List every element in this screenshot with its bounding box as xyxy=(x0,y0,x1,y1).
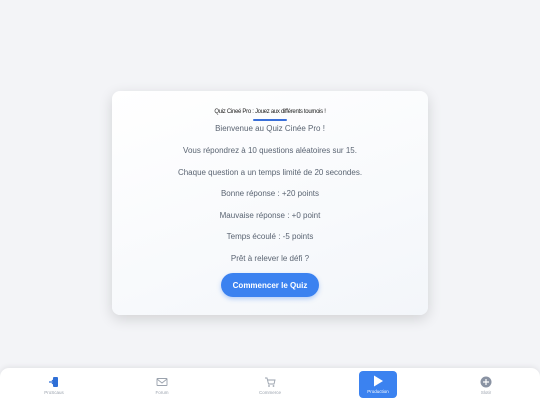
rule-wrong-answer: Mauvaise réponse : +0 point xyxy=(219,211,321,220)
plus-circle-icon xyxy=(480,376,492,388)
nav-label: Production xyxy=(367,389,389,394)
rule-time-limit: Chaque question a un temps limité de 20 … xyxy=(177,168,363,177)
nav-item-commerce[interactable]: Commerce xyxy=(240,368,300,405)
rule-questions: Vous répondrez à 10 questions aléatoires… xyxy=(183,146,357,155)
ready-prompt: Prêt à relever le défi ? xyxy=(230,254,310,263)
nav-label: Commerce xyxy=(258,390,281,395)
nav-item-slotir[interactable]: Slotir xyxy=(456,368,516,405)
nav-item-production[interactable]: Production xyxy=(359,371,397,398)
rule-timeout: Temps écoulé : -5 points xyxy=(226,232,314,241)
title-underline xyxy=(253,119,287,121)
start-quiz-button[interactable]: Commencer le Quiz xyxy=(221,273,319,297)
play-icon xyxy=(374,375,383,387)
nav-label: ProScaus xyxy=(44,390,64,395)
rule-correct-answer: Bonne réponse : +20 points xyxy=(220,189,320,198)
login-icon xyxy=(49,377,58,387)
bottom-navigation: ProScaus Forum Commerce Slotir xyxy=(0,368,540,405)
nav-item-proscaus[interactable]: ProScaus xyxy=(24,368,84,405)
mail-icon xyxy=(156,378,168,386)
card-title: Quiz Cineé Pro : Jouez aux différents to… xyxy=(214,109,326,115)
nav-label: Forum xyxy=(155,390,169,395)
nav-item-forum[interactable]: Forum xyxy=(132,368,192,405)
welcome-text: Bienvenue au Quiz Cinée Pro ! xyxy=(215,124,325,133)
quiz-intro-card: Quiz Cineé Pro : Jouez aux différents to… xyxy=(112,91,428,315)
cart-icon xyxy=(265,377,276,387)
nav-label: Slotir xyxy=(480,390,492,395)
